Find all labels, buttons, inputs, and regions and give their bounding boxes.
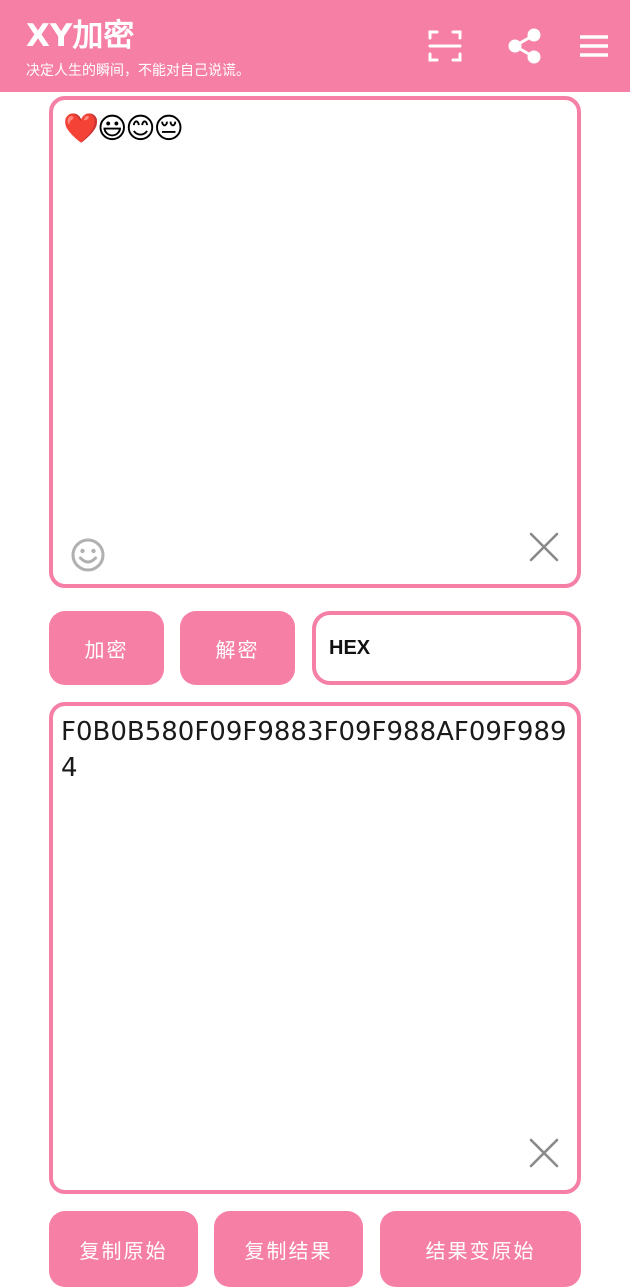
result-to-original-button[interactable]: 结果变原始 bbox=[380, 1211, 581, 1287]
output-text[interactable]: F0B0B580F09F9883F09F988AF09F9894 bbox=[61, 714, 569, 786]
copy-original-button[interactable]: 复制原始 bbox=[49, 1211, 198, 1287]
scan-icon[interactable] bbox=[423, 24, 467, 68]
format-selector[interactable]: HEX bbox=[312, 611, 581, 685]
output-text-area[interactable]: F0B0B580F09F9883F09F988AF09F9894 bbox=[49, 702, 581, 1194]
decrypt-button[interactable]: 解密 bbox=[180, 611, 295, 685]
input-text-area[interactable]: ❤️😃😊😔 bbox=[49, 96, 581, 588]
input-text[interactable]: ❤️😃😊😔 bbox=[63, 108, 567, 148]
app-title: XY加密 bbox=[26, 18, 135, 54]
encrypt-button[interactable]: 加密 bbox=[49, 611, 164, 685]
app-subtitle: 决定人生的瞬间，不能对自己说谎。 bbox=[26, 63, 250, 79]
app-bar: XY加密 决定人生的瞬间，不能对自己说谎。 bbox=[0, 0, 630, 92]
clear-output-icon[interactable] bbox=[527, 1136, 561, 1170]
share-icon[interactable] bbox=[503, 24, 547, 68]
emoji-icon[interactable] bbox=[70, 537, 106, 573]
copy-result-button[interactable]: 复制结果 bbox=[214, 1211, 363, 1287]
clear-input-icon[interactable] bbox=[527, 530, 561, 564]
menu-icon[interactable] bbox=[572, 24, 616, 68]
